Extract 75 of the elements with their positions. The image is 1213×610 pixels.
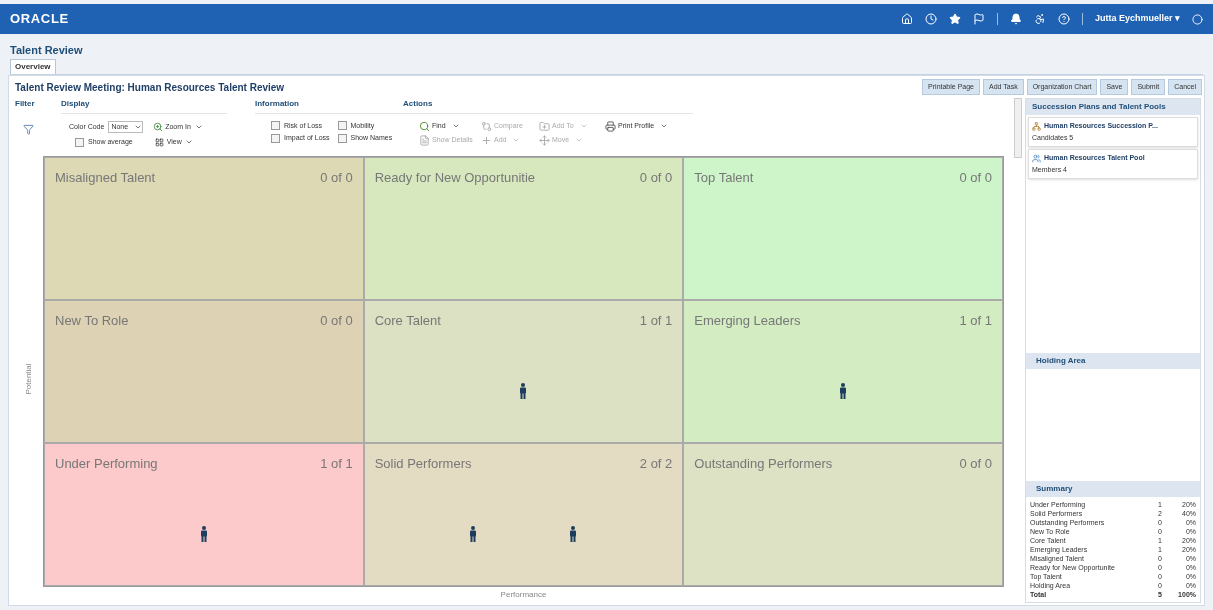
cell-title: Core Talent — [374, 311, 441, 330]
cell-title: Top Talent — [694, 168, 754, 187]
cell-title: Ready for New Opportunitie — [374, 168, 536, 187]
person-icon[interactable] — [199, 526, 208, 543]
dropdown-icon — [451, 122, 460, 130]
cell-count: 1 of 1 — [639, 311, 673, 330]
axis-label: Performance — [500, 589, 547, 601]
zoom-icon — [153, 121, 164, 132]
grid-cell[interactable]: Ready for New Opportunitie 0 of 0 — [363, 156, 684, 300]
grid-cell[interactable]: Core Talent 1 of 1 — [363, 299, 684, 443]
plus-icon — [481, 134, 492, 146]
grid-cell[interactable]: New To Role 0 of 0 — [44, 299, 364, 443]
checkbox[interactable] — [271, 121, 280, 131]
checkbox[interactable] — [75, 137, 84, 147]
checkbox[interactable] — [271, 133, 280, 143]
section-heading: Display — [61, 97, 227, 114]
cell-count: 0 of 0 — [320, 168, 353, 187]
move-icon — [539, 134, 550, 146]
clock-icon[interactable] — [924, 13, 937, 25]
meeting-heading: Talent Review Meeting: Human Resources Talent Review — [15, 80, 285, 95]
cell-count: 0 of 0 — [639, 168, 673, 187]
tab[interactable]: Overview — [10, 58, 56, 74]
cell-count: 0 of 0 — [320, 311, 353, 330]
grid-cell[interactable]: Misaligned Talent 0 of 0 — [44, 156, 364, 300]
grid-cell[interactable]: Solid Performers 2 of 2 — [363, 442, 684, 586]
bell-icon[interactable] — [1009, 13, 1022, 25]
section-heading: Actions — [403, 97, 693, 114]
cell-title: Misaligned Talent — [55, 168, 156, 187]
search-icon — [419, 120, 430, 132]
grid-cell[interactable]: Under Performing 1 of 1 — [44, 442, 364, 586]
cell-count: 1 of 1 — [320, 454, 353, 473]
person-icon[interactable] — [839, 383, 848, 399]
cell-count: 0 of 0 — [959, 454, 992, 473]
cell-title: Under Performing — [55, 454, 158, 473]
star-icon[interactable] — [948, 13, 961, 25]
axis-label: Potential — [23, 363, 34, 395]
cell-title: Outstanding Performers — [694, 454, 833, 473]
grid-cell[interactable]: Outstanding Performers 0 of 0 — [683, 442, 1003, 586]
grid-cell[interactable]: Top Talent 0 of 0 — [683, 156, 1003, 300]
panel-header: Summary — [1026, 481, 1200, 497]
person-icon[interactable] — [519, 383, 528, 399]
section-heading: Information — [255, 97, 403, 114]
checkbox[interactable] — [337, 133, 347, 143]
dropdown-icon — [512, 136, 521, 144]
printer-icon — [605, 120, 616, 132]
oval-icon[interactable] — [1192, 13, 1203, 25]
cell-title: Emerging Leaders — [694, 311, 801, 330]
cell-title: New To Role — [55, 311, 129, 330]
dropdown-icon — [660, 122, 669, 130]
panel-header: Succession Plans and Talent Pools — [1026, 99, 1200, 115]
grid-cell[interactable]: Emerging Leaders 1 of 1 — [683, 299, 1003, 443]
flag-icon[interactable] — [972, 13, 985, 25]
cell-count: 0 of 0 — [959, 168, 992, 187]
people-icon — [1032, 153, 1041, 163]
grid-icon — [154, 137, 164, 147]
scrollbar[interactable] — [1014, 98, 1022, 158]
oracle-logo: ORACLE — [10, 10, 69, 29]
folder-plus-icon — [539, 120, 550, 132]
help-icon[interactable] — [1057, 13, 1070, 25]
document-icon — [419, 134, 430, 146]
person-icon[interactable] — [469, 526, 478, 543]
user-menu[interactable]: Jutta Eychmueller ▾ — [1094, 12, 1180, 26]
section-heading: Filter — [15, 97, 36, 110]
home-icon[interactable] — [900, 13, 913, 25]
cell-title: Solid Performers — [374, 454, 472, 473]
cell-count: 2 of 2 — [639, 454, 673, 473]
cell-count: 1 of 1 — [959, 311, 992, 330]
panel-header: Holding Area — [1026, 353, 1200, 369]
accessibility-icon[interactable] — [1033, 13, 1046, 25]
filter-icon[interactable] — [23, 123, 34, 135]
org-icon — [1032, 121, 1041, 131]
person-icon[interactable] — [569, 526, 578, 543]
page-title: Talent Review — [10, 43, 84, 58]
checkbox[interactable] — [337, 121, 347, 131]
compare-icon — [481, 120, 492, 132]
